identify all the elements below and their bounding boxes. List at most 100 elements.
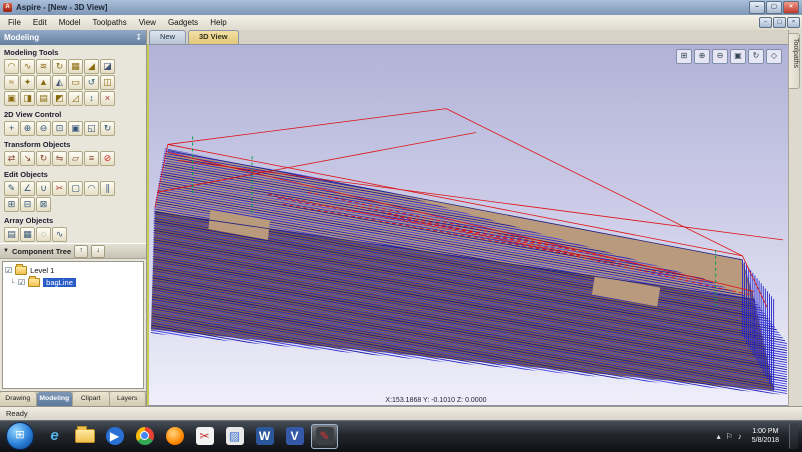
tree-row[interactable]: ☑ Level 1 — [5, 263, 141, 276]
mirror-selection-icon[interactable]: ⇋ — [52, 151, 67, 166]
clock[interactable]: 1:00 PM 5/8/2018 — [747, 427, 784, 446]
child-minimize-button[interactable]: – — [759, 17, 772, 28]
tab-modeling[interactable]: Modeling — [36, 392, 73, 406]
mirror-model-icon[interactable]: ◫ — [100, 75, 115, 90]
tab-drawing[interactable]: Drawing — [0, 392, 37, 406]
zoom-box-icon[interactable]: ⊡ — [52, 121, 67, 136]
tab-clipart[interactable]: Clipart — [73, 392, 110, 406]
tree-row[interactable]: └ ☑ bagLine — [5, 275, 141, 288]
node-edit-icon[interactable]: ✎ — [4, 181, 19, 196]
taskbar-media-player[interactable]: ▶ — [101, 424, 128, 449]
taskbar-firefox[interactable] — [161, 424, 188, 449]
taskbar-chrome[interactable] — [131, 424, 158, 449]
scale-height-icon[interactable]: ↕ — [84, 91, 99, 106]
tilt-relief-icon[interactable]: ◿ — [68, 91, 83, 106]
taskbar-paint[interactable]: ▨ — [221, 424, 248, 449]
zoom-out-3d-icon[interactable]: ⊖ — [712, 49, 728, 64]
tree-item-label-selected[interactable]: bagLine — [43, 277, 76, 287]
align-objects-icon[interactable]: ≡ — [84, 151, 99, 166]
taskbar-vcarve[interactable]: V — [281, 424, 308, 449]
zoom-extents-3d-icon[interactable]: ▣ — [730, 49, 746, 64]
erase-model-icon[interactable]: ▭ — [68, 75, 83, 90]
sculpt-icon[interactable]: ✦ — [20, 75, 35, 90]
copy-object-icon[interactable]: ▢ — [68, 181, 83, 196]
circular-array-icon[interactable]: ◌ — [36, 227, 51, 242]
smooth-model-icon[interactable]: ≈ — [4, 75, 19, 90]
component-from-model-icon[interactable]: ▣ — [4, 91, 19, 106]
menu-file[interactable]: File — [2, 16, 27, 30]
linear-array-icon[interactable]: ▤ — [4, 227, 19, 242]
taskbar-aspire[interactable]: ✎ — [311, 423, 338, 449]
tab-new[interactable]: New — [149, 30, 187, 44]
import-component-icon[interactable]: ◪ — [100, 59, 115, 74]
measure-icon[interactable]: ∠ — [20, 181, 35, 196]
child-close-button[interactable]: × — [787, 17, 800, 28]
create-shape-icon[interactable]: ◠ — [4, 59, 19, 74]
menu-gadgets[interactable]: Gadgets — [162, 16, 204, 30]
show-desktop-button[interactable] — [789, 423, 798, 449]
restore-button[interactable]: ▢ — [766, 1, 782, 14]
tab-3d-view[interactable]: 3D View — [188, 30, 239, 44]
isometric-view-icon[interactable]: ◇ — [766, 49, 782, 64]
snapping-disabled-icon[interactable]: ⊘ — [100, 151, 115, 166]
pan-view-icon[interactable]: + — [4, 121, 19, 136]
tab-toolpaths[interactable]: Toolpaths — [789, 33, 800, 89]
rotate-selection-icon[interactable]: ↻ — [36, 151, 51, 166]
viewport-3d[interactable]: ⊞ ⊕ ⊖ ▣ ↻ ◇ X:153.1868 Y: -0.1010 Z: 0.0000 — [147, 44, 789, 406]
carve-material-icon[interactable]: ◭ — [52, 75, 67, 90]
zoom-in-icon[interactable]: ⊕ — [20, 121, 35, 136]
tray-expand-icon[interactable]: ▴ — [717, 432, 721, 441]
subtract-vectors-icon[interactable]: ⊟ — [20, 197, 35, 212]
component-checkbox[interactable]: ☑ — [5, 266, 12, 275]
menu-model[interactable]: Model — [53, 16, 87, 30]
zoom-out-icon[interactable]: ⊖ — [36, 121, 51, 136]
cut-object-icon[interactable]: ✂ — [52, 181, 67, 196]
taskbar-word[interactable]: W — [251, 424, 278, 449]
tree-item-label[interactable]: Level 1 — [30, 266, 54, 275]
zoom-in-3d-icon[interactable]: ⊕ — [694, 49, 710, 64]
delete-component-icon[interactable]: × — [100, 91, 115, 106]
fillet-icon[interactable]: ◠ — [84, 181, 99, 196]
grid-array-icon[interactable]: ▦ — [20, 227, 35, 242]
tray-flag-icon[interactable]: ⚐ — [726, 432, 733, 441]
pin-icon[interactable]: ↧ — [135, 33, 142, 42]
level-components-icon[interactable]: ▤ — [36, 91, 51, 106]
menu-toolpaths[interactable]: Toolpaths — [86, 16, 132, 30]
zoom-extents-icon[interactable]: ▣ — [68, 121, 83, 136]
menu-edit[interactable]: Edit — [27, 16, 53, 30]
menu-help[interactable]: Help — [204, 16, 232, 30]
menu-view[interactable]: View — [133, 16, 162, 30]
distort-object-icon[interactable]: ▱ — [68, 151, 83, 166]
texture-area-icon[interactable]: ▦ — [68, 59, 83, 74]
undo-model-icon[interactable]: ↺ — [84, 75, 99, 90]
join-vectors-icon[interactable]: ∪ — [36, 181, 51, 196]
zoom-selected-icon[interactable]: ◱ — [84, 121, 99, 136]
tree-expander-icon[interactable]: ▼ — [3, 248, 9, 254]
taskbar-internet-explorer[interactable]: e — [41, 424, 68, 449]
component-checkbox[interactable]: ☑ — [18, 278, 25, 287]
weld-vectors-icon[interactable]: ⊞ — [4, 197, 19, 212]
multi-window-icon[interactable]: ⊞ — [676, 49, 692, 64]
child-restore-button[interactable]: ▢ — [773, 17, 786, 28]
start-button[interactable]: ⊞ — [6, 422, 34, 450]
offset-vectors-icon[interactable]: ∥ — [100, 181, 115, 196]
minimize-button[interactable]: – — [749, 1, 765, 14]
set-size-icon[interactable]: ↘ — [20, 151, 35, 166]
taskbar-explorer[interactable] — [71, 424, 98, 449]
array-along-curve-icon[interactable]: ∿ — [52, 227, 67, 242]
rotate-view-icon[interactable]: ↻ — [748, 49, 764, 64]
fade-relief-icon[interactable]: ◩ — [52, 91, 67, 106]
add-draft-icon[interactable]: ◢ — [84, 59, 99, 74]
tray-volume-icon[interactable]: ♪ — [738, 432, 742, 441]
move-component-down-icon[interactable]: ↓ — [91, 244, 106, 258]
refresh-2d-view-icon[interactable]: ↻ — [100, 121, 115, 136]
move-selection-icon[interactable]: ⇄ — [4, 151, 19, 166]
taskbar-snipping-tool[interactable]: ✂ — [191, 424, 218, 449]
move-component-up-icon[interactable]: ↑ — [74, 244, 89, 258]
close-button[interactable]: × — [783, 1, 799, 14]
turn-spin-icon[interactable]: ↻ — [52, 59, 67, 74]
split-components-icon[interactable]: ◨ — [20, 91, 35, 106]
extrude-weave-icon[interactable]: ≋ — [36, 59, 51, 74]
tab-layers[interactable]: Layers — [109, 392, 146, 406]
two-rail-sweep-icon[interactable]: ∿ — [20, 59, 35, 74]
